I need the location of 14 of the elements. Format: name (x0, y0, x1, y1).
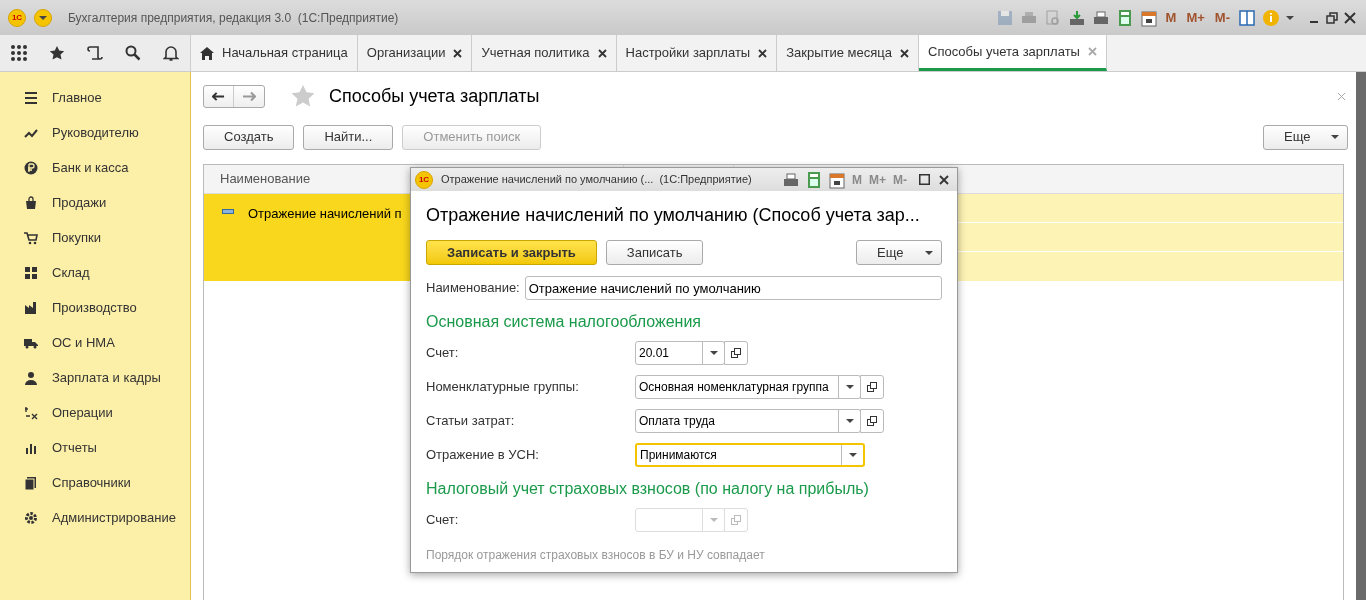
field-label: Отражение в УСН: (426, 446, 540, 465)
field-label: Счет: (426, 344, 460, 363)
field-label: Наименование: (426, 279, 520, 298)
dialog-heading: Отражение начислений по умолчанию (Способ учета зар... (426, 204, 921, 227)
page-title: Способы учета зарплаты (329, 84, 540, 108)
field-label: Счет: (426, 511, 460, 530)
field-label: Номенклатурные группы: (426, 378, 580, 397)
section-title: Основная система налогообложения (426, 312, 702, 332)
field-label: Статьи затрат: (426, 412, 516, 431)
note-text: Порядок отражения страховых взносов в БУ и НУ совпадает (426, 547, 766, 564)
window-title: Бухгалтерия предприятия, редакция 3.0 (1С:Предприятие) (68, 9, 399, 27)
dialog-title: Отражение начислений по умолчанию (... (1С:Предприятие) (441, 172, 752, 188)
table-cell-text: Отражение начислений п (248, 205, 402, 223)
section-title: Налоговый учет страховых взносов (по налогу на прибыль) (426, 479, 870, 499)
